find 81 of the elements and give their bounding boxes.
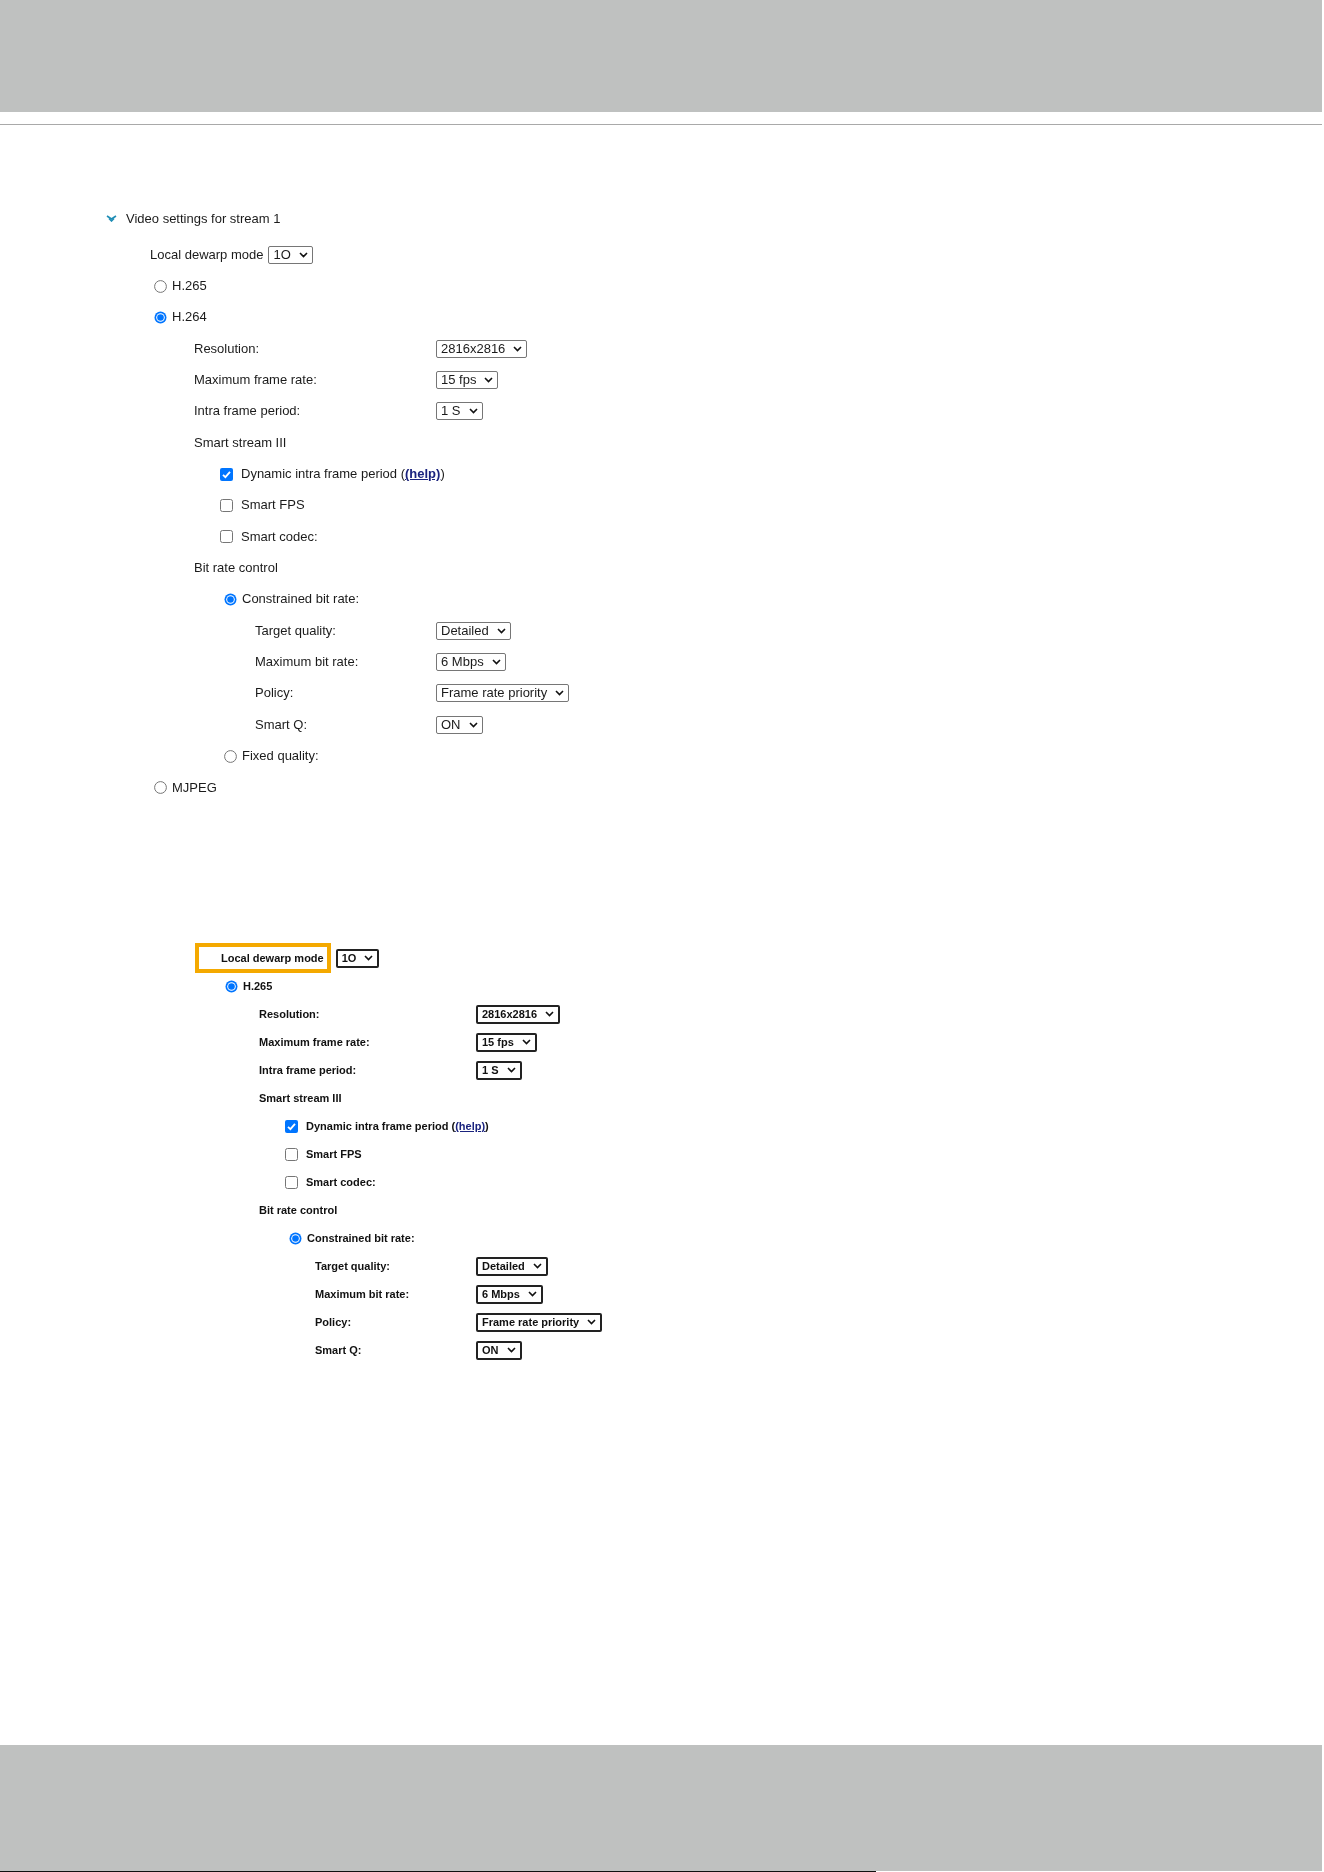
dropdown-select[interactable]: 6 Mbps <box>476 1284 543 1304</box>
dropdown-select[interactable]: 2816x2816 <box>436 339 528 358</box>
field-label: Smart Q: <box>315 1343 363 1359</box>
dropdown-select[interactable]: Frame rate priority <box>476 1312 603 1332</box>
radio-button[interactable] <box>225 979 238 993</box>
dropdown-select[interactable]: 15 fps <box>476 1032 537 1052</box>
chevron-down-icon <box>506 1347 516 1354</box>
field-label: Target quality: <box>255 622 337 639</box>
chevron-down-icon <box>521 1039 531 1046</box>
chevron-down-icon <box>468 721 478 728</box>
chevron-down-icon <box>545 1011 555 1018</box>
dropdown-select[interactable]: 1O <box>268 245 313 264</box>
field-label: Policy: <box>255 685 295 702</box>
field-label: Resolution: <box>259 1007 321 1023</box>
group-heading: Smart stream III <box>194 434 287 451</box>
section-title: Video settings for stream 1 <box>126 210 281 226</box>
field-label: Target quality: <box>315 1259 391 1275</box>
dropdown-select[interactable]: 1 S <box>476 1060 522 1080</box>
radio-button[interactable] <box>154 781 167 794</box>
help-link[interactable]: (help) <box>405 466 441 482</box>
dropdown-select[interactable]: 2816x2816 <box>476 1004 561 1024</box>
double-chevron-icon[interactable] <box>106 214 117 222</box>
checkbox-label: Smart FPS <box>306 1147 362 1163</box>
dropdown-select[interactable]: ON <box>476 1340 522 1360</box>
field-label: Maximum bit rate: <box>255 654 360 671</box>
dropdown-select[interactable]: 15 fps <box>436 371 499 390</box>
dropdown-select[interactable]: Detailed <box>436 621 511 640</box>
dropdown-select[interactable]: Detailed <box>476 1256 548 1276</box>
group-heading: Bit rate control <box>259 1203 338 1219</box>
field-label: Local dewarp mode <box>221 951 324 967</box>
checkbox[interactable] <box>285 1175 298 1189</box>
radio-label: H.264 <box>172 309 207 326</box>
chevron-down-icon <box>364 955 374 962</box>
checkbox-label: Smart FPS <box>241 497 305 514</box>
radio-label: Fixed quality: <box>242 748 319 765</box>
radio-button[interactable] <box>154 279 167 293</box>
chevron-down-icon <box>587 1319 597 1326</box>
dropdown-select[interactable]: 1 S <box>436 402 483 421</box>
field-label: Maximum bit rate: <box>315 1287 411 1303</box>
checkbox-label: Smart codec: <box>241 528 318 545</box>
chevron-down-icon <box>491 659 501 666</box>
field-label: Maximum frame rate: <box>194 372 318 389</box>
radio-label: Constrained bit rate: <box>307 1231 415 1247</box>
radio-label: MJPEG <box>172 779 217 796</box>
checkbox-label: Smart codec: <box>306 1175 376 1191</box>
checkbox[interactable] <box>220 498 233 512</box>
radio-label: Constrained bit rate: <box>242 591 360 608</box>
dropdown-select[interactable]: 6 Mbps <box>436 653 506 672</box>
checkbox-label: Dynamic intra frame period ((help)) <box>306 1119 489 1135</box>
field-label: Policy: <box>315 1315 353 1331</box>
group-heading: Bit rate control <box>194 560 278 577</box>
checkbox-label: Dynamic intra frame period ((help)) <box>241 466 445 483</box>
checkbox[interactable] <box>220 530 233 544</box>
checkbox[interactable] <box>220 467 233 481</box>
field-label: Local dewarp mode <box>150 246 264 263</box>
chevron-down-icon <box>513 345 523 352</box>
checkbox[interactable] <box>285 1119 298 1133</box>
chevron-down-icon <box>298 251 308 258</box>
chevron-down-icon <box>496 627 506 634</box>
dropdown-select[interactable]: Frame rate priority <box>436 684 570 703</box>
field-label: Maximum frame rate: <box>259 1035 371 1051</box>
chevron-down-icon <box>468 408 478 415</box>
chevron-down-icon <box>527 1291 537 1298</box>
dropdown-select[interactable]: 1O <box>335 948 380 968</box>
chevron-down-icon <box>484 377 494 384</box>
field-label: Intra frame period: <box>194 403 302 420</box>
radio-button[interactable] <box>154 310 167 324</box>
radio-button[interactable] <box>289 1231 302 1245</box>
field-label: Intra frame period: <box>259 1063 358 1079</box>
chevron-down-icon <box>532 1263 542 1270</box>
chevron-down-icon <box>555 690 565 697</box>
radio-label: H.265 <box>172 278 207 294</box>
radio-button[interactable] <box>224 592 237 606</box>
radio-button[interactable] <box>224 749 237 763</box>
radio-label: H.265 <box>243 979 273 995</box>
group-heading: Smart stream III <box>259 1091 342 1107</box>
field-label: Resolution: <box>194 340 261 357</box>
checkbox[interactable] <box>285 1147 298 1161</box>
dropdown-select[interactable]: ON <box>436 715 483 734</box>
field-label: Smart Q: <box>255 716 308 733</box>
chevron-down-icon <box>506 1067 516 1074</box>
